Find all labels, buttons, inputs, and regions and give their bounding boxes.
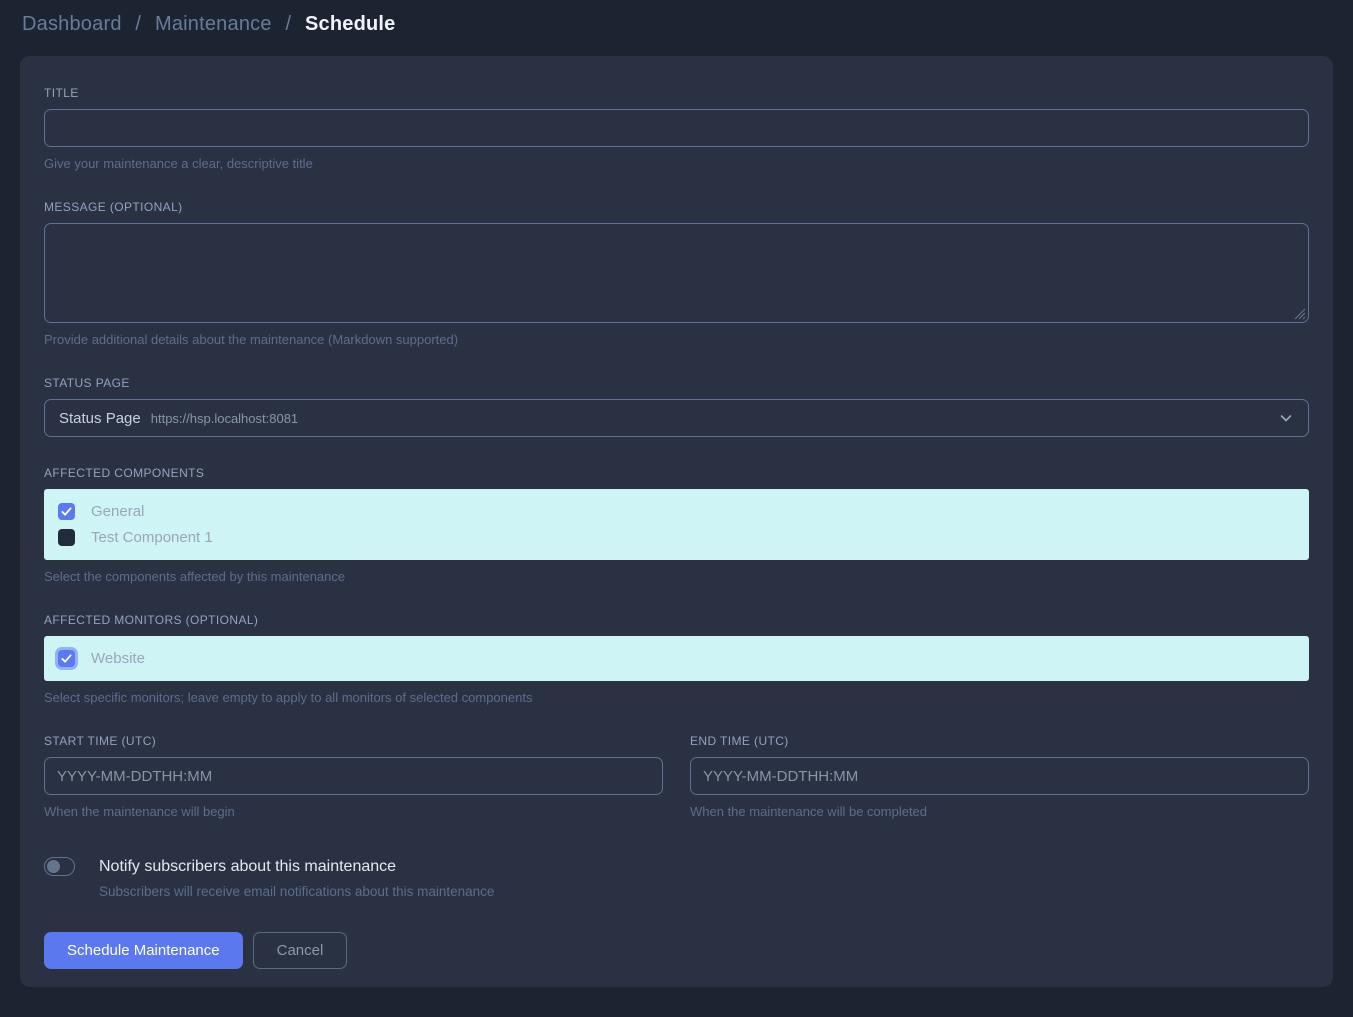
affected-components-label: AFFECTED COMPONENTS bbox=[44, 466, 1309, 480]
component-option-general[interactable]: General bbox=[58, 503, 1295, 520]
affected-monitors-label: AFFECTED MONITORS (OPTIONAL) bbox=[44, 613, 1309, 627]
form-actions: Schedule Maintenance Cancel bbox=[44, 932, 1309, 969]
cancel-button[interactable]: Cancel bbox=[253, 932, 348, 969]
chevron-down-icon bbox=[1278, 410, 1294, 426]
breadcrumb-separator: / bbox=[285, 13, 291, 35]
message-helper-text: Provide additional details about the mai… bbox=[44, 332, 1309, 347]
affected-monitors-field-group: AFFECTED MONITORS (OPTIONAL) Website Sel… bbox=[44, 613, 1309, 705]
notify-subscribers-group: Notify subscribers about this maintenanc… bbox=[44, 857, 1309, 899]
breadcrumb-separator: / bbox=[135, 13, 141, 35]
affected-components-listbox: General Test Component 1 bbox=[44, 489, 1309, 560]
end-time-helper-text: When the maintenance will be completed bbox=[690, 804, 1309, 819]
component-option-label: Test Component 1 bbox=[91, 529, 213, 546]
toggle-knob bbox=[47, 860, 60, 873]
affected-monitors-helper-text: Select specific monitors; leave empty to… bbox=[44, 690, 1309, 705]
component-option-label: General bbox=[91, 503, 144, 520]
breadcrumb-maintenance[interactable]: Maintenance bbox=[155, 13, 272, 35]
message-field-group: MESSAGE (OPTIONAL) Provide additional de… bbox=[44, 200, 1309, 347]
title-helper-text: Give your maintenance a clear, descripti… bbox=[44, 156, 1309, 171]
status-page-select[interactable]: Status Page https://hsp.localhost:8081 bbox=[44, 399, 1309, 437]
checkbox-icon[interactable] bbox=[58, 650, 75, 667]
start-time-label: START TIME (UTC) bbox=[44, 734, 663, 748]
breadcrumb-dashboard[interactable]: Dashboard bbox=[22, 13, 122, 35]
time-fields-row: START TIME (UTC) When the maintenance wi… bbox=[44, 734, 1309, 819]
checkbox-icon[interactable] bbox=[58, 529, 75, 546]
end-time-label: END TIME (UTC) bbox=[690, 734, 1309, 748]
title-label: TITLE bbox=[44, 86, 1309, 100]
end-time-input[interactable] bbox=[690, 757, 1309, 795]
title-input[interactable] bbox=[44, 109, 1309, 147]
start-time-helper-text: When the maintenance will begin bbox=[44, 804, 663, 819]
notify-subscribers-helper-text: Subscribers will receive email notificat… bbox=[99, 884, 1309, 899]
affected-components-helper-text: Select the components affected by this m… bbox=[44, 569, 1309, 584]
message-label: MESSAGE (OPTIONAL) bbox=[44, 200, 1309, 214]
monitor-option-website[interactable]: Website bbox=[58, 650, 1295, 667]
start-time-field-group: START TIME (UTC) When the maintenance wi… bbox=[44, 734, 663, 819]
message-textarea[interactable] bbox=[44, 223, 1309, 323]
status-page-selected-name: Status Page bbox=[59, 410, 141, 427]
top-bar: Dashboard / Maintenance / Schedule bbox=[0, 0, 1353, 48]
status-page-label: STATUS PAGE bbox=[44, 376, 1309, 390]
breadcrumb: Dashboard / Maintenance / Schedule bbox=[22, 13, 1331, 36]
monitor-option-label: Website bbox=[91, 650, 145, 667]
schedule-maintenance-form-card: TITLE Give your maintenance a clear, des… bbox=[20, 56, 1333, 987]
checkbox-icon[interactable] bbox=[58, 503, 75, 520]
affected-monitors-listbox: Website bbox=[44, 636, 1309, 681]
status-page-selected-url: https://hsp.localhost:8081 bbox=[151, 411, 298, 426]
start-time-input[interactable] bbox=[44, 757, 663, 795]
breadcrumb-current-schedule: Schedule bbox=[305, 13, 396, 35]
schedule-maintenance-button[interactable]: Schedule Maintenance bbox=[44, 932, 243, 969]
notify-subscribers-toggle[interactable] bbox=[44, 857, 75, 876]
end-time-field-group: END TIME (UTC) When the maintenance will… bbox=[690, 734, 1309, 819]
status-page-field-group: STATUS PAGE Status Page https://hsp.loca… bbox=[44, 376, 1309, 437]
affected-components-field-group: AFFECTED COMPONENTS General Test Compone… bbox=[44, 466, 1309, 584]
component-option-test-component-1[interactable]: Test Component 1 bbox=[58, 529, 1295, 546]
notify-subscribers-label: Notify subscribers about this maintenanc… bbox=[99, 858, 396, 876]
title-field-group: TITLE Give your maintenance a clear, des… bbox=[44, 86, 1309, 171]
